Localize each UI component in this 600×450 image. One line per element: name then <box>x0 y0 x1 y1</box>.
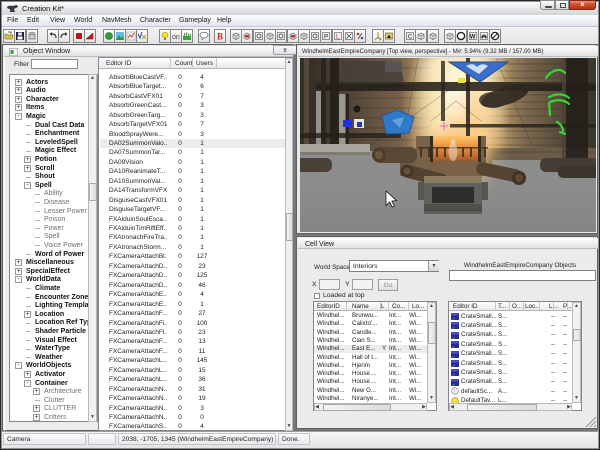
svg-text:L: L <box>336 34 340 41</box>
svg-text:P: P <box>324 34 328 41</box>
svg-text:C: C <box>408 34 413 41</box>
svg-text:B: B <box>217 32 223 42</box>
svg-text:on: on <box>172 34 180 41</box>
svg-text:W: W <box>469 35 475 41</box>
